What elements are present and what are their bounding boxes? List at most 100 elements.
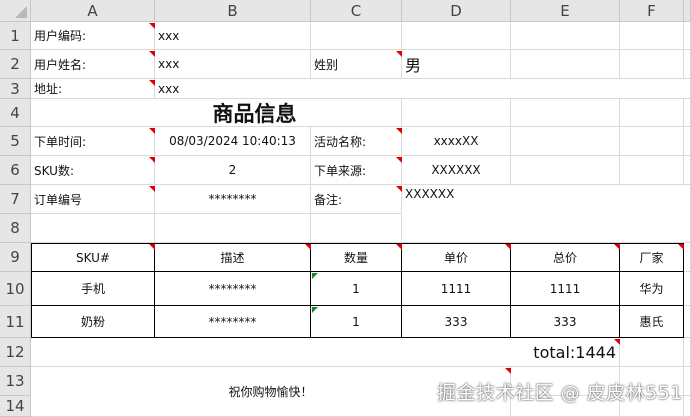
cell[interactable]	[684, 396, 691, 417]
label-address[interactable]: 地址:	[31, 79, 155, 99]
row-header[interactable]: 14	[0, 396, 31, 417]
cell[interactable]	[620, 99, 684, 127]
table-header-cell[interactable]: 厂家	[620, 243, 684, 272]
label-gender[interactable]: 姓别	[311, 50, 402, 79]
cell[interactable]	[511, 22, 620, 50]
comment-indicator-icon	[396, 157, 402, 163]
error-indicator-icon	[312, 273, 318, 279]
cell[interactable]	[684, 367, 691, 396]
label-order-no[interactable]: 订单编号	[31, 185, 155, 214]
row-header[interactable]: 3	[0, 79, 31, 99]
row-header[interactable]: 6	[0, 156, 31, 185]
cell[interactable]	[511, 99, 620, 127]
label-source[interactable]: 下单来源:	[311, 156, 402, 185]
table-cell[interactable]: 1	[311, 306, 402, 338]
table-cell[interactable]: 1111	[511, 272, 620, 306]
comment-indicator-icon	[149, 157, 155, 163]
value-user-code[interactable]: xxx	[155, 22, 311, 50]
row-header[interactable]: 10	[0, 272, 31, 306]
column-header[interactable]	[684, 0, 691, 22]
table-cell[interactable]: ********	[155, 306, 311, 338]
column-header[interactable]: E	[511, 0, 620, 22]
cell[interactable]	[402, 22, 511, 50]
cell[interactable]	[684, 243, 691, 272]
value-gender[interactable]: 男	[402, 50, 511, 79]
comment-indicator-icon	[396, 186, 402, 192]
table-header-cell[interactable]: 总价	[511, 243, 620, 272]
cell[interactable]	[155, 214, 311, 243]
row-header[interactable]: 12	[0, 338, 31, 367]
table-cell[interactable]: 手机	[31, 272, 155, 306]
row-header[interactable]: 2	[0, 50, 31, 79]
comment-indicator-icon	[614, 244, 620, 250]
row-header[interactable]: 8	[0, 214, 31, 243]
cell[interactable]	[511, 156, 620, 185]
select-all-button[interactable]	[0, 0, 31, 22]
table-cell[interactable]: 奶粉	[31, 306, 155, 338]
table-cell[interactable]: 华为	[620, 272, 684, 306]
table-header-cell[interactable]: 单价	[402, 243, 511, 272]
table-cell[interactable]: 333	[402, 306, 511, 338]
cell[interactable]	[684, 156, 691, 185]
comment-indicator-icon	[678, 244, 684, 250]
cell[interactable]	[684, 306, 691, 338]
value-source[interactable]: XXXXXX	[402, 156, 511, 185]
label-remark[interactable]: 备注:	[311, 185, 402, 214]
section-title[interactable]: 商品信息	[31, 99, 402, 127]
cell[interactable]	[684, 99, 691, 127]
cell[interactable]	[684, 338, 691, 367]
label-sku-count[interactable]: SKU数:	[31, 156, 155, 185]
cell[interactable]	[620, 127, 684, 156]
table-cell[interactable]: 1	[311, 272, 402, 306]
cell[interactable]	[511, 127, 620, 156]
row-header[interactable]: 13	[0, 367, 31, 396]
column-header[interactable]: F	[620, 0, 684, 22]
column-header[interactable]: A	[31, 0, 155, 22]
value-order-time[interactable]: 08/03/2024 10:40:13	[155, 127, 311, 156]
cell[interactable]	[31, 214, 155, 243]
comment-indicator-icon	[396, 128, 402, 134]
cell[interactable]	[620, 22, 684, 50]
row-header[interactable]: 9	[0, 243, 31, 272]
cell[interactable]	[684, 127, 691, 156]
cell[interactable]	[684, 50, 691, 79]
cell[interactable]	[311, 22, 402, 50]
table-header-cell[interactable]: 描述	[155, 243, 311, 272]
table-cell[interactable]: 333	[511, 306, 620, 338]
column-header[interactable]: C	[311, 0, 402, 22]
cell[interactable]	[620, 156, 684, 185]
row-header[interactable]: 7	[0, 185, 31, 214]
cell[interactable]	[684, 272, 691, 306]
cell[interactable]	[620, 338, 684, 367]
cell[interactable]	[311, 214, 402, 243]
cell[interactable]	[620, 50, 684, 79]
comment-indicator-icon	[505, 244, 511, 250]
total-cell[interactable]: total:1444	[31, 338, 620, 367]
label-user-name[interactable]: 用户姓名:	[31, 50, 155, 79]
table-header-cell[interactable]: 数量	[311, 243, 402, 272]
watermark: 掘金技术社区 @ 皮皮林551	[437, 382, 683, 404]
label-user-code[interactable]: 用户编码:	[31, 22, 155, 50]
value-remark[interactable]: XXXXXX	[402, 185, 691, 243]
cell[interactable]	[402, 99, 511, 127]
value-order-no[interactable]: ********	[155, 185, 311, 214]
label-activity[interactable]: 活动名称:	[311, 127, 402, 156]
table-cell[interactable]: ********	[155, 272, 311, 306]
value-address[interactable]: xxx	[155, 79, 691, 99]
comment-indicator-icon	[149, 23, 155, 29]
row-header[interactable]: 11	[0, 306, 31, 338]
value-activity[interactable]: xxxxXX	[402, 127, 511, 156]
cell[interactable]	[684, 22, 691, 50]
row-header[interactable]: 5	[0, 127, 31, 156]
column-header[interactable]: B	[155, 0, 311, 22]
table-header-cell[interactable]: SKU#	[31, 243, 155, 272]
cell[interactable]	[511, 50, 620, 79]
column-header[interactable]: D	[402, 0, 511, 22]
row-header[interactable]: 4	[0, 99, 31, 127]
label-order-time[interactable]: 下单时间:	[31, 127, 155, 156]
value-user-name[interactable]: xxx	[155, 50, 311, 79]
value-sku-count[interactable]: 2	[155, 156, 311, 185]
row-header[interactable]: 1	[0, 22, 31, 50]
table-cell[interactable]: 惠氏	[620, 306, 684, 338]
table-cell[interactable]: 1111	[402, 272, 511, 306]
